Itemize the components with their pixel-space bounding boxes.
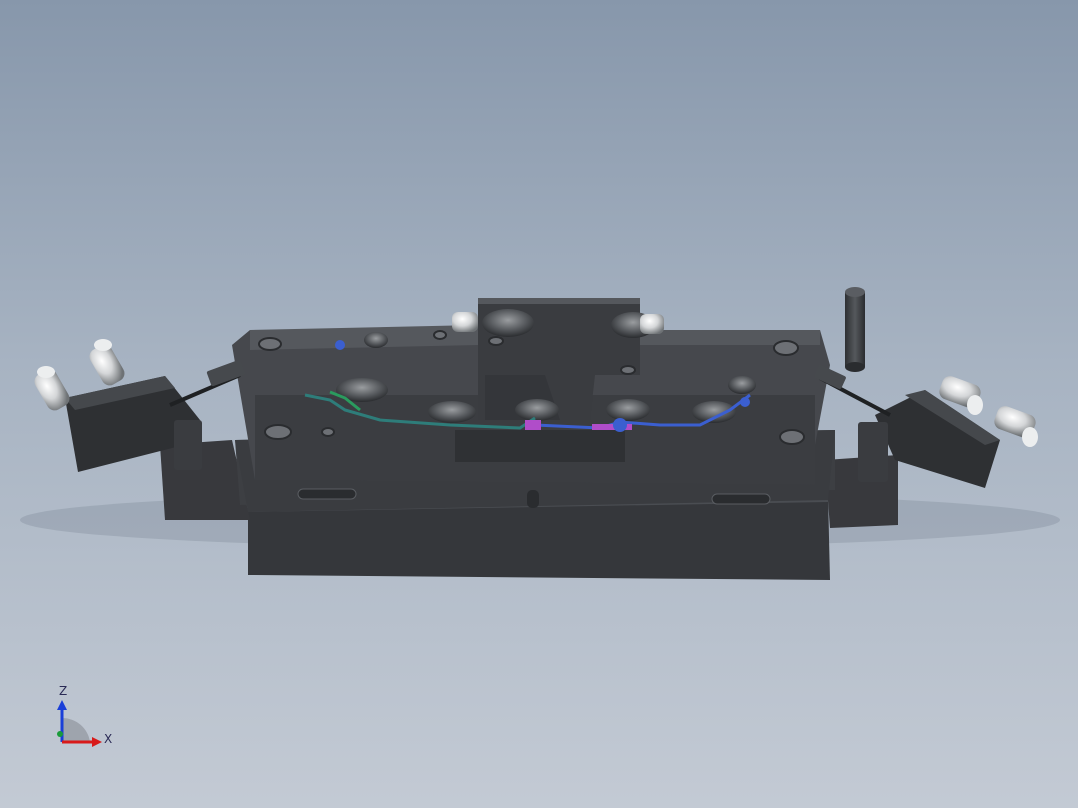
center-pin-hole xyxy=(527,490,539,508)
coordinate-triad: Z X xyxy=(48,684,128,758)
slot-right xyxy=(711,493,771,505)
x-axis-label: X xyxy=(104,732,113,746)
triad-axes xyxy=(57,700,102,747)
graphics-viewport[interactable]: Z X xyxy=(0,0,1078,808)
fixture-3d-model[interactable] xyxy=(0,0,1078,808)
z-axis-label: Z xyxy=(59,684,68,698)
locating-pin[interactable] xyxy=(845,287,865,372)
y-axis xyxy=(57,731,63,737)
slot-left xyxy=(297,488,357,500)
